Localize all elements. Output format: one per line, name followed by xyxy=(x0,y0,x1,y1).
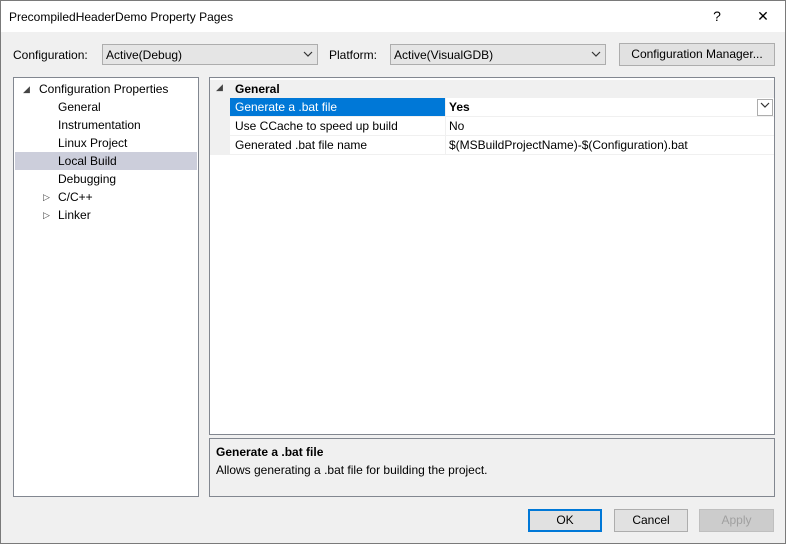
expanded-triangle-icon[interactable]: ◢ xyxy=(23,80,30,98)
chevron-down-icon xyxy=(303,48,313,62)
tree-item-label: Debugging xyxy=(58,172,117,186)
platform-dropdown[interactable]: Active(VisualGDB) xyxy=(390,44,606,65)
expanded-triangle-icon[interactable]: ◢ xyxy=(216,82,223,93)
tree-item-label: C/C++ xyxy=(58,190,93,204)
property-name: Generated .bat file name xyxy=(230,136,446,155)
help-button[interactable]: ? xyxy=(697,1,737,32)
property-value[interactable]: No xyxy=(446,117,774,136)
chevron-down-icon[interactable] xyxy=(757,99,773,116)
tree-item-label: Linux Project xyxy=(58,136,128,150)
grid-margin xyxy=(210,117,230,136)
close-button[interactable]: ✕ xyxy=(743,1,783,32)
tree-item-cpp[interactable]: ▷ C/C++ xyxy=(15,188,197,206)
ok-button[interactable]: OK xyxy=(528,509,602,532)
configuration-dropdown[interactable]: Active(Debug) xyxy=(102,44,318,65)
grid-row-bat-file-name[interactable]: Generated .bat file name $(MSBuildProjec… xyxy=(210,136,774,155)
property-value[interactable]: Yes xyxy=(446,98,774,117)
tree-item-linker[interactable]: ▷ Linker xyxy=(15,206,197,224)
description-panel: Generate a .bat file Allows generating a… xyxy=(209,438,775,497)
tree-item-label: General xyxy=(58,100,101,114)
grid-row-generate-bat[interactable]: Generate a .bat file Yes xyxy=(210,98,774,117)
tree-item-instrumentation[interactable]: Instrumentation xyxy=(15,116,197,134)
apply-button[interactable]: Apply xyxy=(699,509,774,532)
description-title: Generate a .bat file xyxy=(216,445,324,459)
tree-item-local-build[interactable]: Local Build xyxy=(15,152,197,170)
configuration-label: Configuration: xyxy=(13,48,88,62)
property-name: Use CCache to speed up build xyxy=(230,117,446,136)
tree-item-label: Configuration Properties xyxy=(39,82,169,96)
platform-value: Active(VisualGDB) xyxy=(394,48,494,62)
property-name: Generate a .bat file xyxy=(230,98,446,117)
property-grid: ◢ General Generate a .bat file Yes Use C… xyxy=(209,77,775,435)
description-text: Allows generating a .bat file for buildi… xyxy=(216,463,488,477)
tree-item-label: Instrumentation xyxy=(58,118,141,132)
collapsed-triangle-icon[interactable]: ▷ xyxy=(43,206,50,224)
property-value[interactable]: $(MSBuildProjectName)-$(Configuration).b… xyxy=(446,136,774,155)
cancel-button[interactable]: Cancel xyxy=(614,509,688,532)
configuration-manager-button[interactable]: Configuration Manager... xyxy=(619,43,775,66)
window-title: PrecompiledHeaderDemo Property Pages xyxy=(9,10,234,24)
tree-item-configuration-properties[interactable]: ◢ Configuration Properties xyxy=(15,80,197,98)
grid-row-use-ccache[interactable]: Use CCache to speed up build No xyxy=(210,117,774,136)
grid-category-general[interactable]: ◢ General xyxy=(210,80,774,98)
tree-item-label: Local Build xyxy=(58,154,117,168)
property-tree: ◢ Configuration Properties General Instr… xyxy=(13,77,199,497)
tree-item-label: Linker xyxy=(58,208,91,222)
property-pages-dialog: PrecompiledHeaderDemo Property Pages ? ✕… xyxy=(0,0,786,544)
collapsed-triangle-icon[interactable]: ▷ xyxy=(43,188,50,206)
grid-category-label: General xyxy=(235,82,280,96)
title-bar: PrecompiledHeaderDemo Property Pages ? ✕ xyxy=(1,1,785,32)
configuration-value: Active(Debug) xyxy=(106,48,183,62)
tree-item-debugging[interactable]: Debugging xyxy=(15,170,197,188)
grid-margin xyxy=(210,136,230,155)
tree-item-linux-project[interactable]: Linux Project xyxy=(15,134,197,152)
grid-margin xyxy=(210,98,230,117)
tree-item-general[interactable]: General xyxy=(15,98,197,116)
platform-label: Platform: xyxy=(329,48,378,62)
chevron-down-icon xyxy=(591,48,601,62)
